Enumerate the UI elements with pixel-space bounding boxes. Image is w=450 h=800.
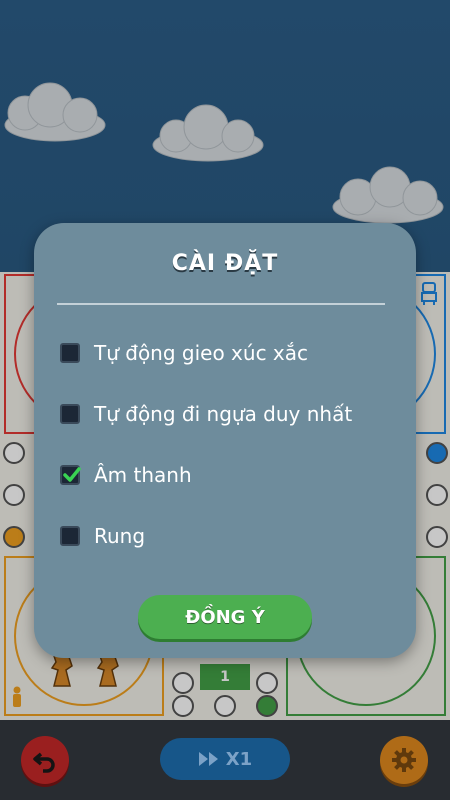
option-label: Rung [94, 524, 146, 548]
option-label: Âm thanh [94, 463, 192, 487]
option-vibrate[interactable]: Rung [60, 521, 145, 551]
option-sound[interactable]: Âm thanh [60, 460, 192, 490]
option-label: Tự động đi ngựa duy nhất [94, 402, 353, 426]
sound-checkbox[interactable] [60, 465, 81, 485]
checkmark-icon [63, 467, 81, 482]
confirm-button[interactable]: ĐỒNG Ý [138, 595, 312, 639]
settings-dialog: CÀI ĐẶT Tự động gieo xúc xắc Tự động đi … [34, 223, 416, 658]
dialog-title: CÀI ĐẶT [171, 251, 279, 276]
auto-move-checkbox[interactable] [60, 404, 80, 424]
option-label: Tự động gieo xúc xắc [94, 341, 309, 365]
vibrate-checkbox[interactable] [60, 526, 80, 546]
title-divider [57, 303, 385, 305]
option-auto-move-single-horse[interactable]: Tự động đi ngựa duy nhất [60, 399, 352, 429]
auto-roll-checkbox[interactable] [60, 343, 80, 363]
option-auto-roll[interactable]: Tự động gieo xúc xắc [60, 338, 308, 368]
